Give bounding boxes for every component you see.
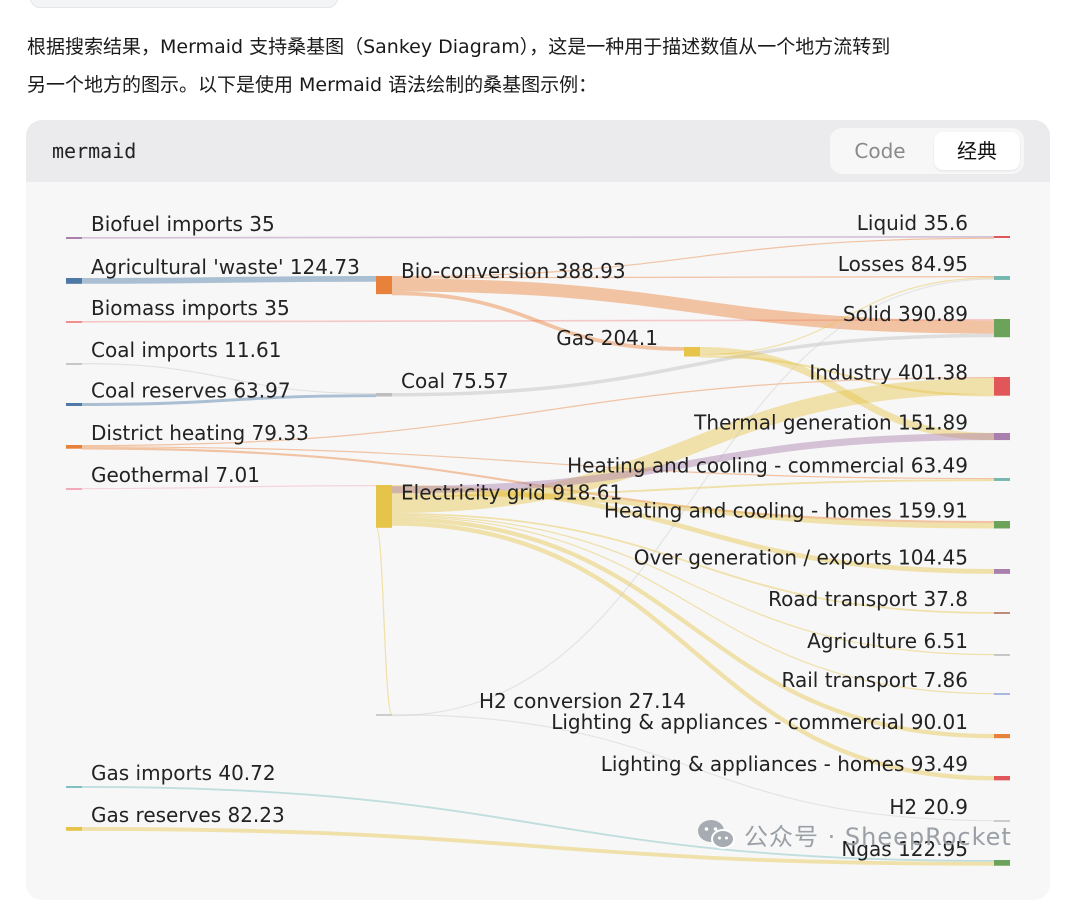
label-la_homes: Lighting & appliances - homes 93.49 [601, 752, 968, 776]
label-gas_imp: Gas imports 40.72 [91, 761, 276, 785]
intro-line-2: 另一个地方的图示。以下是使用 Mermaid 语法绘制的桑基图示例： [27, 74, 598, 96]
link-elec-to-h2conv [375, 525, 393, 716]
label-agri_waste: Agricultural 'waste' 124.73 [91, 255, 360, 279]
node-losses [994, 276, 1010, 280]
node-ngas [994, 860, 1010, 866]
label-industry: Industry 401.38 [809, 360, 968, 384]
node-overgen [994, 569, 1010, 574]
label-thermal: Thermal generation 151.89 [693, 411, 968, 435]
node-coal [376, 393, 392, 397]
sankey-labels: Biofuel imports 35 Agricultural 'waste' 1… [91, 211, 968, 861]
label-hc_homes: Heating and cooling - homes 159.91 [604, 499, 968, 523]
node-agri_waste [66, 278, 82, 284]
label-coal: Coal 75.57 [401, 369, 509, 393]
node-biofuel [66, 237, 82, 239]
node-industry [994, 377, 1010, 396]
node-la_homes [994, 776, 1010, 781]
label-bioconv: Bio-conversion 388.93 [401, 259, 626, 283]
tab-classic[interactable]: 经典 [934, 132, 1020, 170]
node-bioconv [376, 276, 392, 295]
node-hc_comm [994, 478, 1010, 481]
node-h2conv [376, 714, 392, 716]
node-la_comm [994, 734, 1010, 739]
label-road: Road transport 37.8 [768, 587, 968, 611]
node-district [66, 445, 82, 449]
label-liquid: Liquid 35.6 [857, 211, 968, 235]
node-thermal [994, 433, 1010, 441]
node-hc_homes [994, 521, 1010, 529]
node-gas_imp [66, 786, 82, 788]
node-gas [684, 347, 700, 357]
previous-block-edge [30, 0, 338, 8]
label-coal_imp: Coal imports 11.61 [91, 338, 281, 362]
label-coal_res: Coal reserves 63.97 [91, 378, 291, 402]
link-agri_waste-to-bioconv [81, 275, 377, 284]
node-solid [994, 319, 1010, 338]
wechat-icon [698, 820, 735, 849]
node-elec [376, 485, 392, 528]
label-geothermal: Geothermal 7.01 [91, 463, 260, 487]
label-district: District heating 79.33 [91, 421, 309, 445]
link-biofuel-to-liquid [81, 235, 995, 239]
mermaid-code-card: Biofuel imports 35 Agricultural 'waste' 1… [26, 120, 1050, 900]
label-overgen: Over generation / exports 104.45 [634, 545, 968, 569]
label-agriculture: Agriculture 6.51 [807, 629, 968, 653]
label-losses: Losses 84.95 [838, 252, 968, 276]
node-rail [994, 693, 1010, 695]
intro-text: 根据搜索结果，Mermaid 支持桑基图（Sankey Diagram），这是一… [27, 28, 1057, 104]
code-card-header: mermaid Code 经典 [26, 120, 1050, 182]
label-gas_res: Gas reserves 82.23 [91, 803, 285, 827]
node-coal_res [66, 403, 82, 406]
label-hc_comm: Heating and cooling - commercial 63.49 [567, 453, 968, 477]
label-la_comm: Lighting & appliances - commercial 90.01 [551, 710, 968, 734]
label-gas: Gas 204.1 [556, 326, 658, 350]
watermark-text: 公众号 · SheepRocket [744, 822, 1012, 851]
node-agriculture [994, 654, 1010, 656]
node-geothermal [66, 488, 82, 490]
node-coal_imp [66, 363, 82, 365]
language-label: mermaid [52, 139, 137, 163]
node-gas_res [66, 827, 82, 831]
node-road [994, 612, 1010, 614]
node-biomass [66, 321, 82, 323]
view-toggle: Code 经典 [830, 128, 1024, 174]
label-elec: Electricity grid 918.61 [401, 480, 622, 504]
label-biofuel: Biofuel imports 35 [91, 212, 275, 236]
label-solid: Solid 390.89 [843, 302, 968, 326]
label-biomass: Biomass imports 35 [91, 296, 290, 320]
sankey-diagram: Biofuel imports 35 Agricultural 'waste' 1… [66, 211, 1010, 866]
tab-code[interactable]: Code [834, 132, 926, 170]
intro-line-1: 根据搜索结果，Mermaid 支持桑基图（Sankey Diagram），这是一… [27, 36, 891, 58]
watermark: 公众号 · SheepRocket [696, 814, 1012, 854]
label-rail: Rail transport 7.86 [782, 668, 968, 692]
node-liquid [994, 236, 1010, 238]
